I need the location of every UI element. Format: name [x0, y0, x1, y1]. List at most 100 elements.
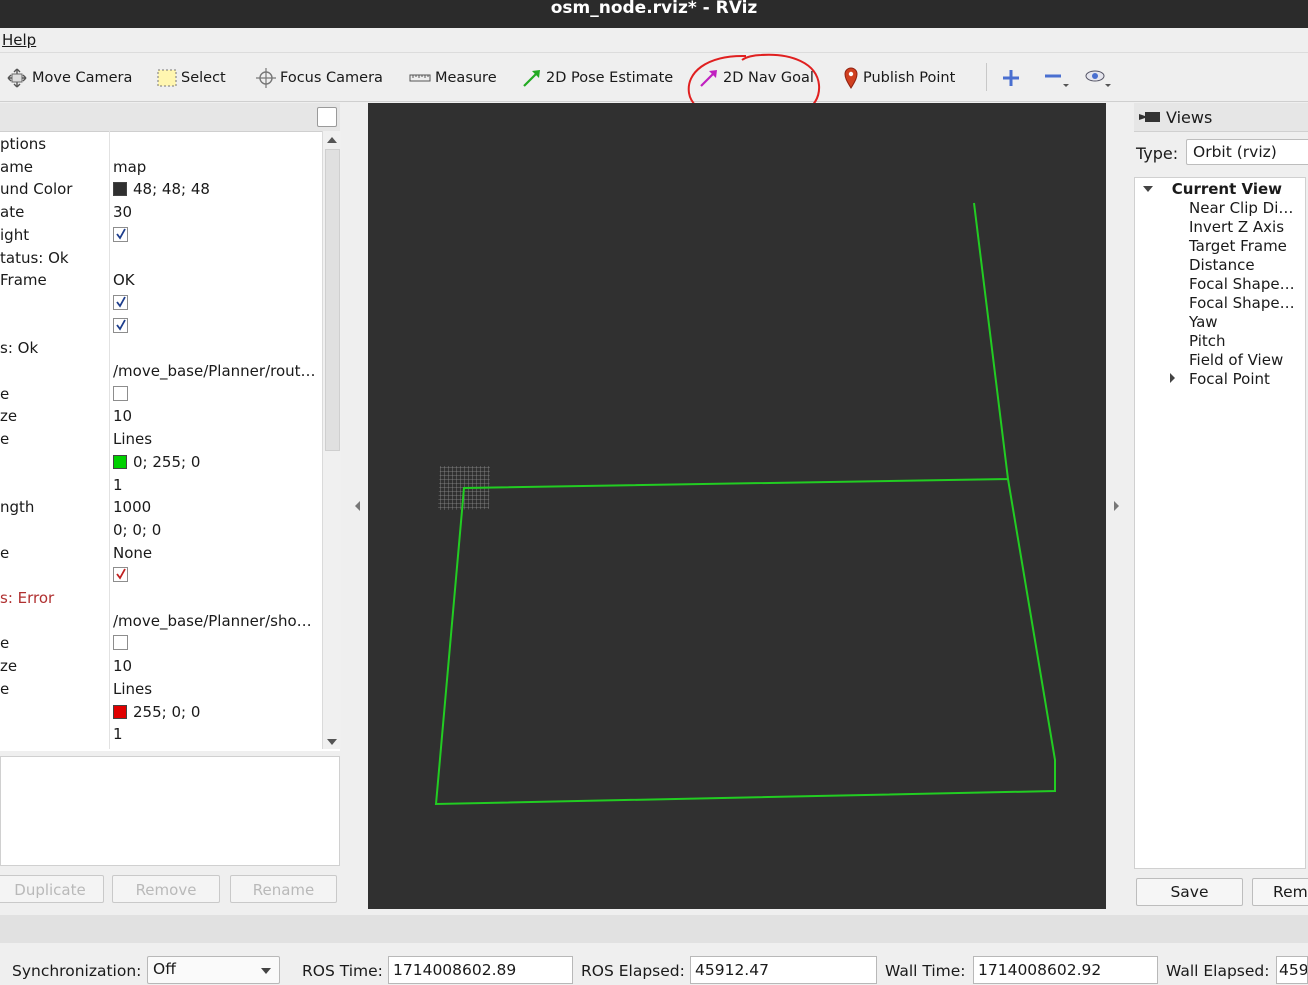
ros-time-field[interactable]: 1714008602.89 — [388, 956, 573, 984]
property-row[interactable] — [0, 315, 322, 337]
eye-icon — [1085, 70, 1111, 87]
color-swatch[interactable] — [113, 704, 127, 719]
property-name: und Color — [0, 180, 73, 199]
scrollbar-thumb[interactable] — [325, 149, 340, 451]
add-tool-button[interactable] — [1001, 65, 1021, 91]
displays-scrollbar[interactable] — [322, 131, 341, 749]
view-property[interactable]: Field of View — [1189, 351, 1283, 370]
ros-elapsed-field[interactable]: 45912.47 — [690, 956, 877, 984]
pose-estimate-label: 2D Pose Estimate — [546, 70, 674, 86]
property-value: None — [113, 542, 152, 564]
view-property[interactable]: Pitch — [1189, 332, 1226, 351]
property-row[interactable]: tatus: Ok — [0, 247, 322, 269]
scroll-down-arrow-icon[interactable] — [327, 739, 337, 745]
publish-point-button[interactable]: Publish Point — [843, 65, 955, 91]
move-camera-icon — [7, 68, 27, 88]
property-row[interactable]: 0; 255; 0 — [0, 451, 322, 473]
remove-tool-button[interactable] — [1043, 65, 1069, 91]
property-row[interactable]: s: Error — [0, 587, 322, 609]
property-value: 10 — [113, 405, 132, 427]
move-camera-button[interactable]: Move Camera — [6, 65, 132, 91]
pose-estimate-button[interactable]: 2D Pose Estimate — [522, 65, 673, 91]
toolbar-separator — [986, 63, 987, 91]
camera-icon — [1139, 112, 1160, 122]
property-row[interactable]: e — [0, 383, 322, 405]
duplicate-button[interactable]: Duplicate — [0, 875, 104, 903]
display-description — [0, 756, 340, 866]
property-row[interactable]: 1 — [0, 474, 322, 496]
rename-button[interactable]: Rename — [230, 875, 337, 903]
property-row[interactable]: ate 30 — [0, 201, 322, 223]
render-viewport[interactable] — [368, 103, 1106, 909]
property-row[interactable]: /move_base/Planner/rout… — [0, 360, 322, 382]
nav-goal-label: 2D Nav Goal — [723, 70, 814, 86]
view-type-select[interactable]: Orbit (rviz) — [1186, 139, 1308, 165]
property-row[interactable]: e Lines — [0, 428, 322, 450]
nav-goal-button[interactable]: 2D Nav Goal — [699, 65, 814, 91]
view-property[interactable]: Near Clip Di… — [1189, 199, 1293, 218]
property-row[interactable] — [0, 564, 322, 586]
color-swatch[interactable] — [113, 454, 127, 469]
panel-float-button[interactable] — [317, 107, 337, 127]
measure-label: Measure — [435, 70, 497, 86]
property-row[interactable]: 255; 0; 0 — [0, 701, 322, 723]
property-row[interactable]: ngth 1000 — [0, 496, 322, 518]
property-row[interactable]: ze 10 — [0, 655, 322, 677]
focus-camera-label: Focus Camera — [280, 70, 383, 86]
property-checkbox[interactable] — [113, 294, 128, 310]
property-row[interactable]: ze 10 — [0, 405, 322, 427]
focus-camera-button[interactable]: Focus Camera — [256, 65, 383, 91]
property-row[interactable]: ptions — [0, 133, 322, 155]
scroll-up-arrow-icon[interactable] — [327, 137, 337, 143]
measure-button[interactable]: Measure — [409, 65, 497, 91]
property-value-text: /move_base/Planner/rout… — [113, 362, 316, 380]
property-checkbox[interactable] — [113, 567, 128, 583]
property-row[interactable]: und Color 48; 48; 48 — [0, 178, 322, 200]
property-checkbox[interactable] — [113, 385, 128, 401]
remove-button[interactable]: Remove — [112, 875, 220, 903]
view-property[interactable]: Focal Shape… — [1189, 294, 1295, 313]
property-row[interactable]: e None — [0, 542, 322, 564]
property-row[interactable]: s: Ok — [0, 337, 322, 359]
view-property[interactable]: Distance — [1189, 256, 1255, 275]
select-button[interactable]: Select — [157, 65, 226, 91]
views-header: Views — [1134, 103, 1308, 132]
property-row[interactable]: ame map — [0, 156, 322, 178]
collapse-right-arrow-icon[interactable] — [1114, 501, 1119, 511]
property-row[interactable] — [0, 292, 322, 314]
property-row[interactable]: e Lines — [0, 678, 322, 700]
save-view-button[interactable]: Save — [1136, 878, 1243, 906]
menu-help[interactable]: Help — [2, 31, 36, 49]
view-property[interactable]: Focal Point — [1189, 370, 1270, 389]
property-value: Lines — [113, 678, 152, 700]
property-name: e — [0, 430, 10, 449]
color-swatch[interactable] — [113, 182, 127, 197]
wall-elapsed-field[interactable]: 459 — [1276, 956, 1308, 984]
view-property[interactable]: Yaw — [1189, 313, 1218, 332]
property-checkbox[interactable] — [113, 317, 128, 333]
panels-visibility-button[interactable] — [1085, 65, 1113, 91]
property-row[interactable]: /move_base/Planner/sho… — [0, 610, 322, 632]
property-checkbox[interactable] — [113, 635, 128, 651]
green-arrow-icon — [523, 70, 540, 87]
property-row[interactable]: ight — [0, 224, 322, 246]
property-name: e — [0, 634, 10, 653]
view-property[interactable]: Focal Shape… — [1189, 275, 1295, 294]
current-view-row[interactable]: Current View — [1143, 180, 1282, 199]
expand-right-icon[interactable] — [1170, 373, 1175, 383]
wall-time-field[interactable]: 1714008602.92 — [973, 956, 1158, 984]
remove-view-button[interactable]: Rem — [1252, 878, 1308, 906]
property-row[interactable]: 1 — [0, 723, 322, 745]
property-checkbox[interactable] — [113, 226, 128, 242]
displays-header — [0, 103, 340, 132]
view-property[interactable]: Target Frame — [1189, 237, 1287, 256]
sync-select[interactable]: Off — [147, 956, 280, 984]
property-value: 0; 255; 0 — [113, 451, 200, 473]
view-property[interactable]: Invert Z Axis — [1189, 218, 1284, 237]
property-row[interactable]: 0; 0; 0 — [0, 519, 322, 541]
collapse-left-arrow-icon[interactable] — [355, 501, 360, 511]
property-row[interactable]: e — [0, 632, 322, 654]
sync-label: Synchronization: — [12, 962, 142, 980]
plus-icon — [1003, 70, 1019, 86]
property-row[interactable]: Frame OK — [0, 269, 322, 291]
